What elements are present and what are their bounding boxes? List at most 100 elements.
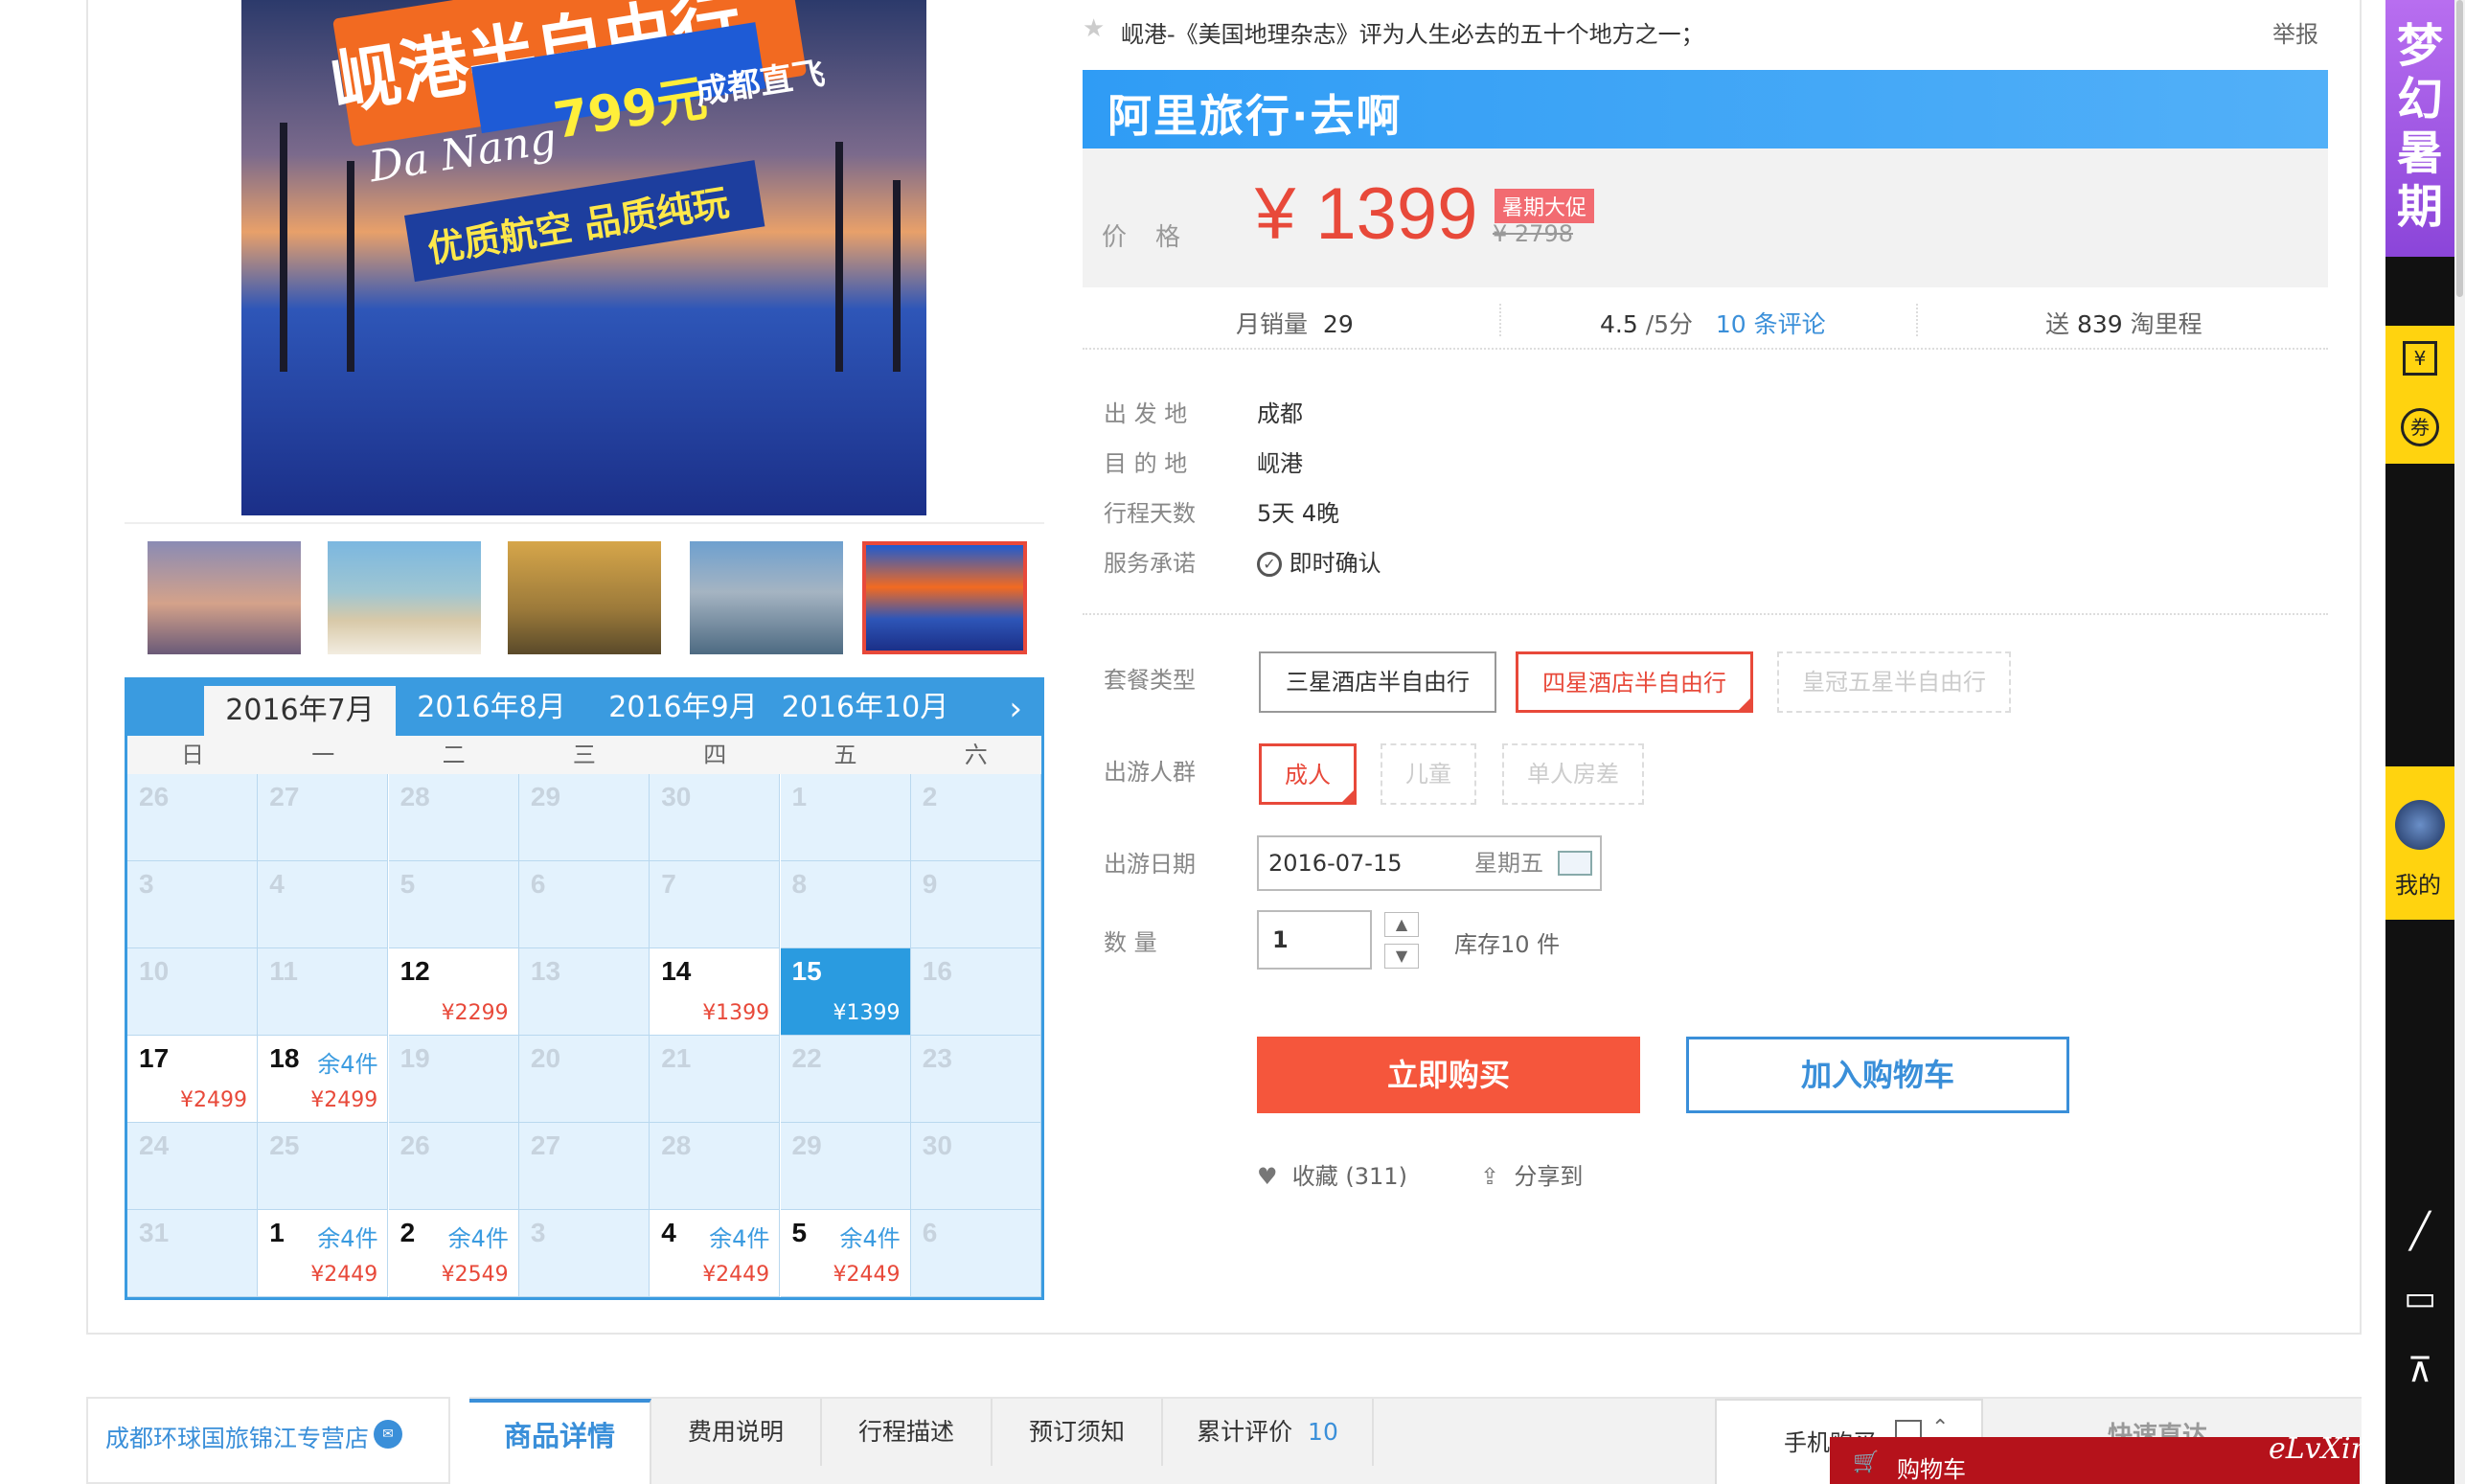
thumbnail-4[interactable] [690,541,843,654]
calendar-day: 13 [518,948,650,1036]
calendar-day: 25 [258,1123,389,1210]
side-coupon[interactable]: 券 [2385,395,2454,464]
price-box: 价格 ¥ 1399 暑期大促 ¥ 2798 [1083,148,2328,287]
calendar-day-number: 29 [791,1130,822,1160]
calendar-day-number: 27 [530,1130,561,1160]
side-promo-banner[interactable]: 梦幻暑期 [2385,0,2454,257]
star-icon: ★ [1083,14,1106,43]
tab-reviews[interactable]: 累计评价 10 [1163,1399,1374,1466]
chat-icon[interactable]: ✉ [374,1420,402,1449]
package-option-5star[interactable]: 皇冠五星半自由行 [1777,651,2011,713]
calendar-day[interactable]: 2 余4件 ¥2549 [388,1210,519,1297]
promise-text: 即时确认 [1289,550,1381,577]
calendar-day[interactable]: 5 余4件 ¥2449 [780,1210,911,1297]
thumbnail-1[interactable] [148,541,301,654]
calendar-day[interactable]: 14 ¥1399 [650,948,781,1036]
pen-icon[interactable]: ╱ [2385,1212,2454,1251]
calendar-day-number: 1 [791,782,808,811]
calendar-weekday: 日 [181,742,204,768]
calendar-day-number: 9 [922,869,938,899]
calendar-month-tab-1[interactable]: 2016年7月 [204,686,396,736]
chevron-right-icon[interactable]: › [1009,690,1022,728]
calendar-day: 28 [388,774,519,861]
calendar-day: 8 [780,861,911,948]
calendar-day-number: 13 [530,956,561,986]
monthly-sales-label: 月销量 [1236,310,1309,338]
calendar-day-price: ¥1399 [702,1001,770,1025]
calendar-day-number: 7 [661,869,676,899]
calendar-day: 9 [910,861,1041,948]
calendar-day-number: 10 [139,956,170,986]
calendar-day[interactable]: 12 ¥2299 [388,948,519,1036]
calendar-day[interactable]: 1 余4件 ¥2449 [258,1210,389,1297]
thumbnail-2[interactable] [328,541,481,654]
qty-decrease-button[interactable]: ▼ [1384,944,1419,969]
calendar-day: 28 [650,1123,781,1210]
group-option-single-room[interactable]: 单人房差 [1502,743,1644,805]
calendar-day-number: 12 [399,956,430,986]
attr-label-duration: 行程天数 [1104,500,1196,527]
tab-details[interactable]: 商品详情 [469,1399,651,1484]
stat-divider [1916,304,1918,336]
calendar-day-number: 1 [269,1218,285,1247]
product-highlight: 岘港-《美国地理杂志》评为人生必去的五十个地方之一； [1121,21,1704,48]
calendar-day[interactable]: 17 ¥2499 [127,1036,258,1123]
tab-reviews-label: 累计评价 [1197,1418,1293,1446]
calendar-day[interactable]: 18 余4件 ¥2499 [258,1036,389,1123]
calendar-day: 21 [650,1036,781,1123]
side-my-account[interactable]: 我的 [2385,766,2454,920]
calendar-day: 22 [780,1036,911,1123]
buy-now-button[interactable]: 立即购买 [1257,1037,1640,1113]
scrollbar-thumb[interactable] [2456,0,2463,297]
calendar-day-number: 3 [139,869,154,899]
favorite-link[interactable]: ♥ 收藏 (311) [1257,1157,1407,1191]
attr-value-promise: ✓ 即时确认 [1257,544,1381,578]
calendar-day: 20 [518,1036,650,1123]
back-to-top-icon[interactable]: ⊼ [2385,1351,2454,1390]
shop-name[interactable]: 成都环球国旅锦江专营店 [105,1420,369,1454]
calendar-icon[interactable] [1558,851,1592,876]
quantity-input[interactable]: 1 [1257,910,1372,970]
add-to-cart-button[interactable]: 加入购物车 [1686,1037,2069,1113]
calendar-day[interactable]: 4 余4件 ¥2449 [650,1210,781,1297]
calendar-day-number: 26 [139,782,170,811]
share-link[interactable]: ⇪ 分享到 [1480,1157,1583,1191]
report-link[interactable]: 举报 [2272,15,2318,49]
reviews-link[interactable]: 10 条评论 [1716,310,1826,338]
thumbnail-5-selected[interactable] [862,541,1027,654]
calendar-day-price: ¥1399 [833,1001,901,1025]
feedback-icon[interactable]: ▭ [2385,1279,2454,1318]
rating-suffix: /5分 [1645,310,1694,338]
side-wallet[interactable]: ¥ [2385,326,2454,395]
calendar-weekday: 四 [703,742,727,768]
calendar-month-tab-3[interactable]: 2016年9月 [587,680,779,736]
attr-value-destination: 岘港 [1257,450,1303,477]
calendar-month-tab-2[interactable]: 2016年8月 [396,680,587,736]
monthly-sales-value: 29 [1322,310,1354,338]
tab-itinerary[interactable]: 行程描述 [822,1399,993,1466]
package-option-3star[interactable]: 三星酒店半自由行 [1259,651,1496,713]
shop-info: 成都环球国旅锦江专营店 ✉ [86,1397,450,1484]
calendar-day-number: 2 [922,782,938,811]
travel-date-input[interactable]: 2016-07-15 星期五 [1257,835,1602,891]
tab-fees[interactable]: 费用说明 [651,1399,822,1466]
group-option-adult[interactable]: 成人 [1259,743,1357,805]
thumbnail-3[interactable] [508,541,661,654]
tab-booking-notes[interactable]: 预订须知 [993,1399,1163,1466]
qty-increase-button[interactable]: ▲ [1384,912,1419,937]
calendar-day-number: 20 [530,1043,561,1073]
package-option-4star[interactable]: 四星酒店半自由行 [1516,651,1753,713]
mileage: 送 839 淘里程 [2045,306,2203,340]
calendar-day-selected[interactable]: 15 ¥1399 [780,948,911,1036]
group-option-child[interactable]: 儿童 [1381,743,1476,805]
calendar-day-number: 28 [399,782,430,811]
calendar-day-number: 23 [922,1043,952,1073]
calendar-day-remaining: 余4件 [839,1225,901,1252]
attr-value-departure: 成都 [1257,400,1303,427]
calendar-weekday: 二 [442,742,466,768]
price-label: 价格 [1102,223,1210,252]
avatar [2395,800,2445,850]
calendar-weekday: 五 [833,742,857,768]
main-product-image[interactable]: 岘港半自由行 799元 成都直飞 Da Nang 优质航空 品质纯玩 [241,0,926,515]
calendar-month-tab-4[interactable]: 2016年10月 [769,680,961,736]
